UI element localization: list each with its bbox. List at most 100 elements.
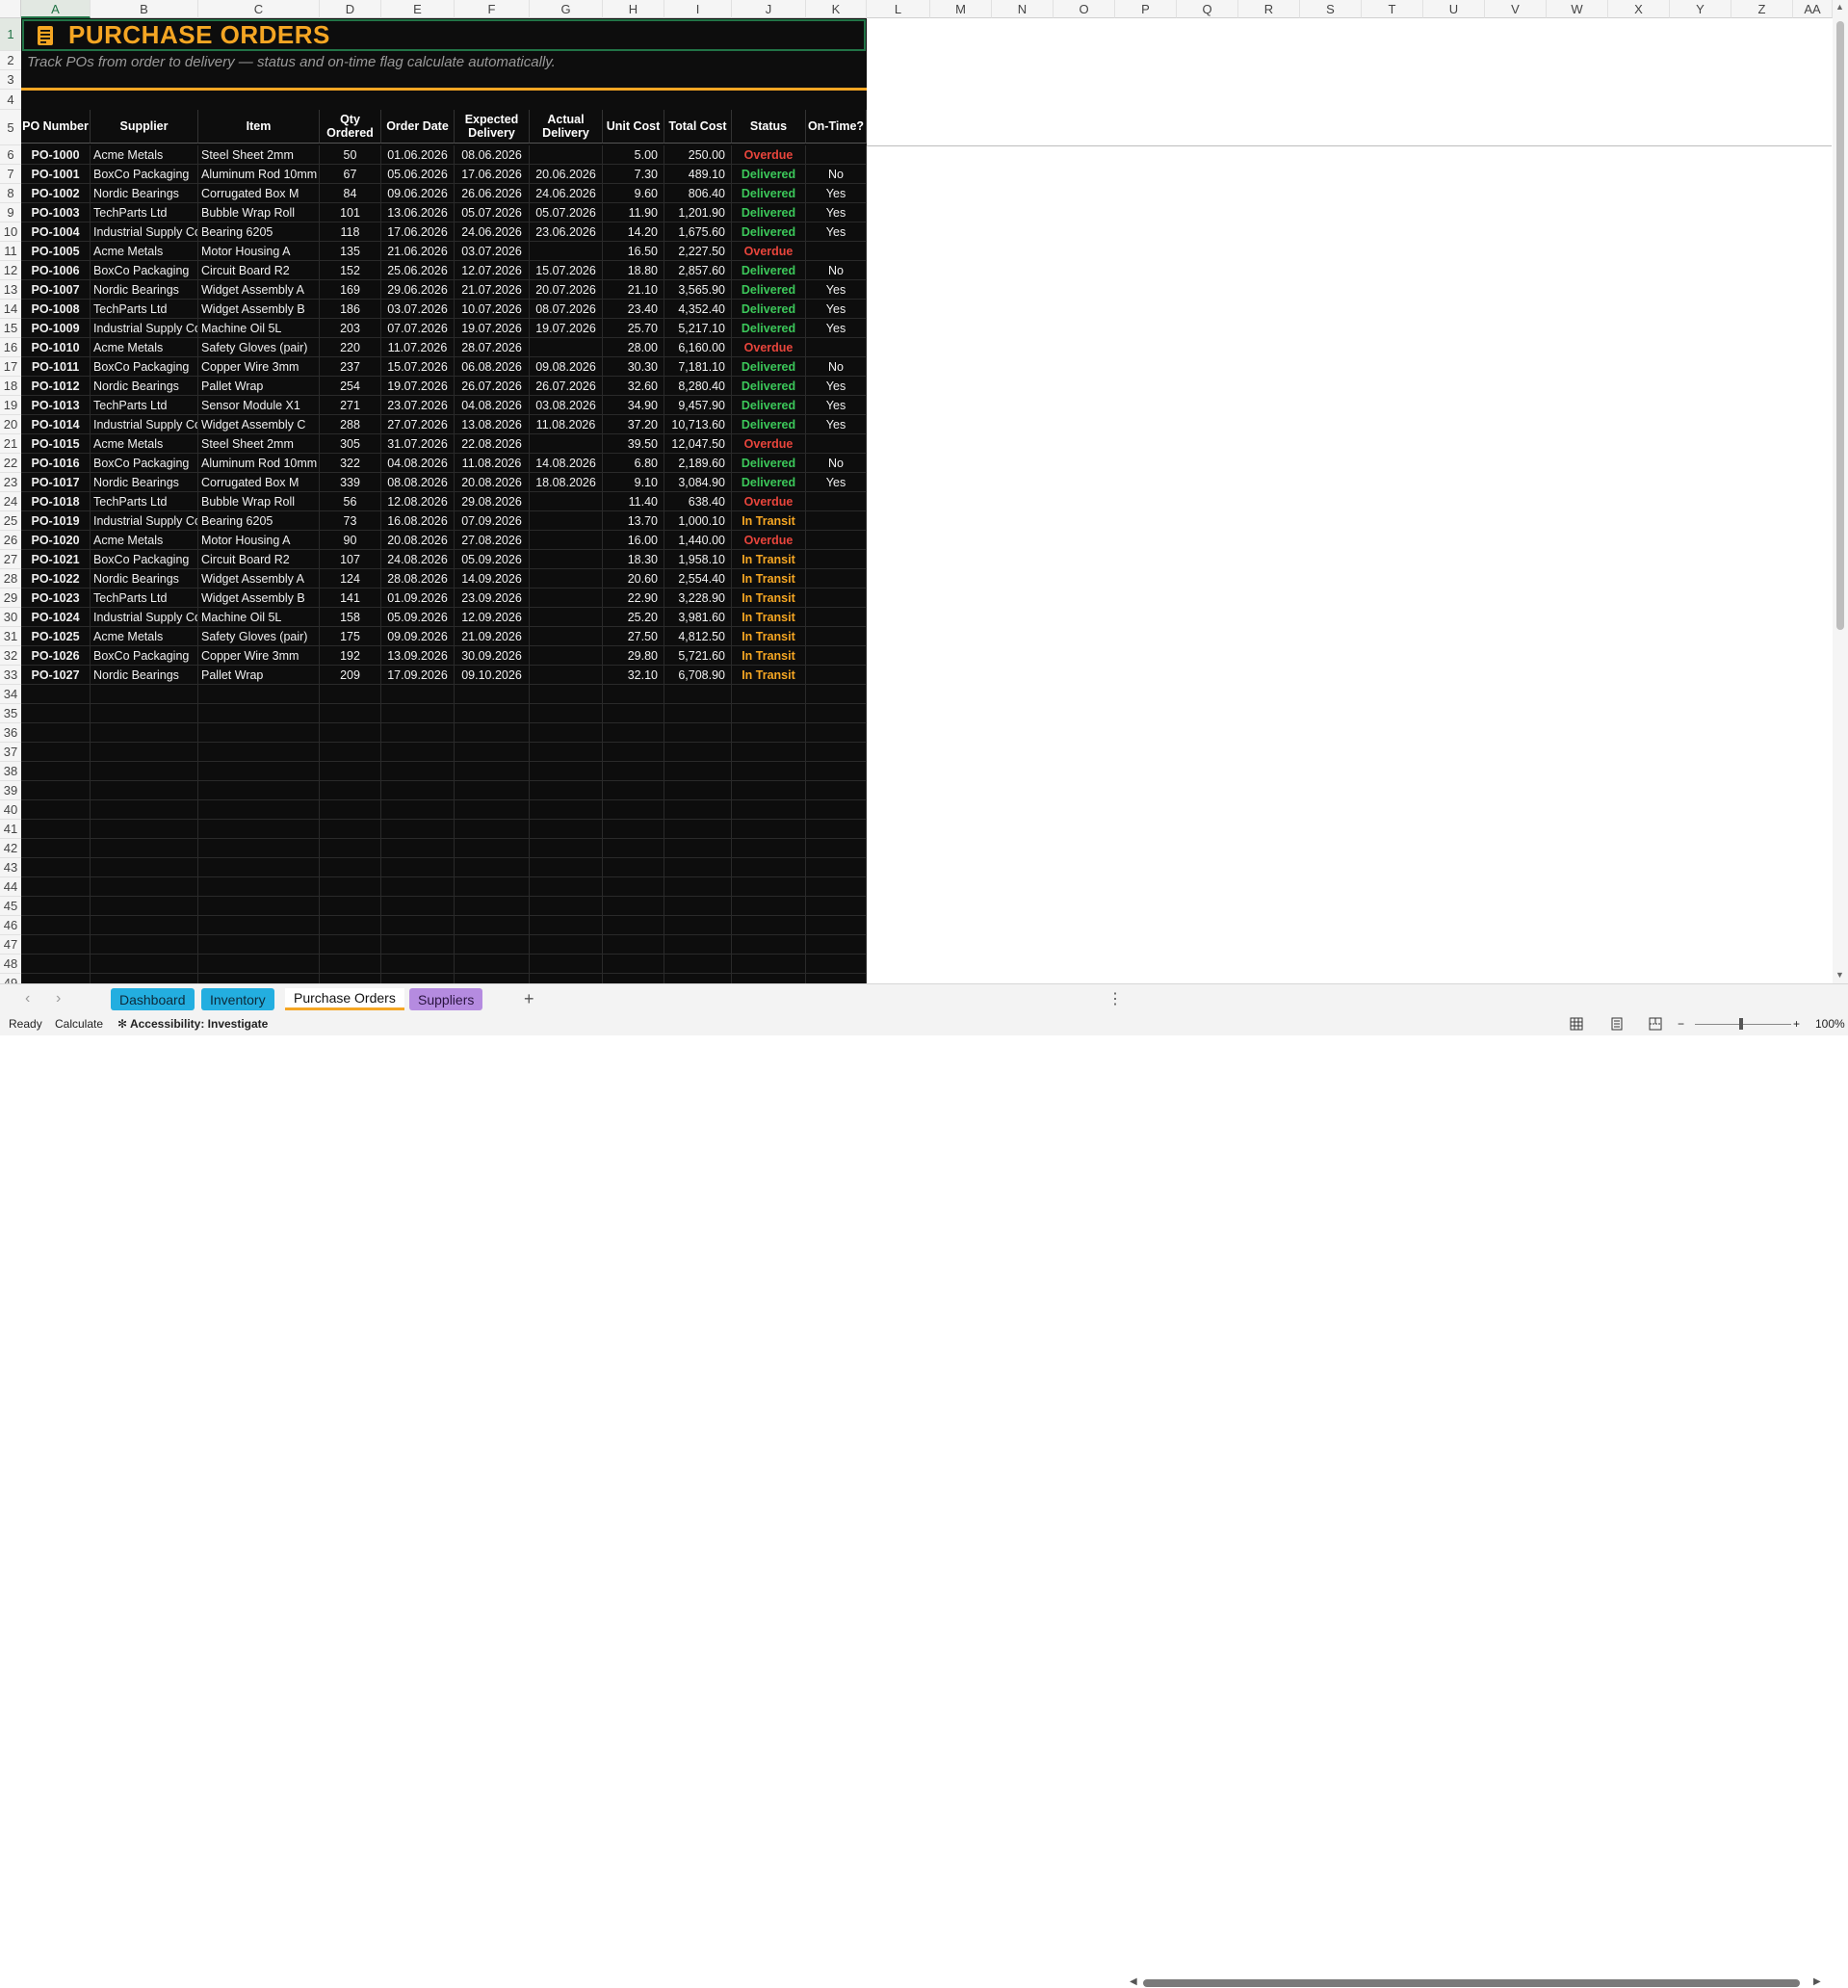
cell-unit-cost[interactable]: 27.50 (603, 627, 664, 646)
empty-cell[interactable] (455, 935, 530, 955)
normal-view-icon[interactable] (1570, 1017, 1583, 1031)
empty-cell[interactable] (455, 974, 530, 983)
cell-order-date[interactable]: 19.07.2026 (381, 377, 455, 396)
cell-unit-cost[interactable]: 25.70 (603, 319, 664, 338)
empty-cell[interactable] (320, 800, 381, 820)
column-header-y[interactable]: Y (1670, 0, 1731, 18)
row-header-19[interactable]: 19 (0, 396, 21, 415)
cell-item[interactable]: Bubble Wrap Roll (198, 492, 320, 511)
cell-supplier[interactable]: TechParts Ltd (91, 492, 198, 511)
empty-cell[interactable] (530, 935, 603, 955)
row-header-29[interactable]: 29 (0, 589, 21, 608)
cell-item[interactable]: Widget Assembly A (198, 569, 320, 589)
empty-cell[interactable] (198, 781, 320, 800)
empty-cell[interactable] (198, 839, 320, 858)
cell-actual-delivery[interactable]: 19.07.2026 (530, 319, 603, 338)
empty-cell[interactable] (603, 935, 664, 955)
row-header-25[interactable]: 25 (0, 511, 21, 531)
row-header-15[interactable]: 15 (0, 319, 21, 338)
cell-expected-delivery[interactable]: 30.09.2026 (455, 646, 530, 666)
cell-unit-cost[interactable]: 9.60 (603, 184, 664, 203)
empty-cell[interactable] (530, 839, 603, 858)
cell-qty-ordered[interactable]: 237 (320, 357, 381, 377)
cell-status[interactable]: Delivered (732, 377, 806, 396)
cell-actual-delivery[interactable]: 26.07.2026 (530, 377, 603, 396)
cell-supplier[interactable]: Acme Metals (91, 627, 198, 646)
cell-qty-ordered[interactable]: 203 (320, 319, 381, 338)
cell-order-date[interactable]: 04.08.2026 (381, 454, 455, 473)
empty-cell[interactable] (381, 974, 455, 983)
empty-cell[interactable] (381, 935, 455, 955)
cell-total-cost[interactable]: 10,713.60 (664, 415, 732, 434)
cell-qty-ordered[interactable]: 169 (320, 280, 381, 300)
vertical-scroll-thumb[interactable] (1836, 21, 1844, 630)
cell-po-number[interactable]: PO-1016 (21, 454, 91, 473)
row-header-30[interactable]: 30 (0, 608, 21, 627)
empty-cell[interactable] (664, 839, 732, 858)
cell-order-date[interactable]: 13.06.2026 (381, 203, 455, 222)
cell-on-time[interactable]: Yes (806, 415, 867, 434)
cell-supplier[interactable]: Nordic Bearings (91, 569, 198, 589)
cell-total-cost[interactable]: 1,201.90 (664, 203, 732, 222)
cell-po-number[interactable]: PO-1011 (21, 357, 91, 377)
empty-cell[interactable] (455, 685, 530, 704)
row-header-39[interactable]: 39 (0, 781, 21, 800)
cell-item[interactable]: Copper Wire 3mm (198, 646, 320, 666)
cell-supplier[interactable]: Acme Metals (91, 434, 198, 454)
cell-qty-ordered[interactable]: 220 (320, 338, 381, 357)
empty-cell[interactable] (198, 935, 320, 955)
cell-expected-delivery[interactable]: 07.09.2026 (455, 511, 530, 531)
cell-po-number[interactable]: PO-1019 (21, 511, 91, 531)
empty-cell[interactable] (664, 685, 732, 704)
empty-cell[interactable] (455, 762, 530, 781)
cell-on-time[interactable]: Yes (806, 280, 867, 300)
cell-actual-delivery[interactable]: 08.07.2026 (530, 300, 603, 319)
cell-actual-delivery[interactable] (530, 434, 603, 454)
cell-item[interactable]: Bubble Wrap Roll (198, 203, 320, 222)
cell-expected-delivery[interactable]: 12.07.2026 (455, 261, 530, 280)
cell-status[interactable]: In Transit (732, 511, 806, 531)
row-header-49[interactable]: 49 (0, 974, 21, 983)
tab-dashboard[interactable]: Dashboard (111, 988, 195, 1010)
column-header-f[interactable]: F (455, 0, 530, 18)
cell-expected-delivery[interactable]: 29.08.2026 (455, 492, 530, 511)
calculate-button[interactable]: Calculate (55, 1017, 103, 1031)
row-header-3[interactable]: 3 (0, 70, 21, 90)
empty-cell[interactable] (806, 916, 867, 935)
cell-qty-ordered[interactable]: 305 (320, 434, 381, 454)
cell-order-date[interactable]: 28.08.2026 (381, 569, 455, 589)
empty-cell[interactable] (732, 743, 806, 762)
cell-qty-ordered[interactable]: 158 (320, 608, 381, 627)
row-header-32[interactable]: 32 (0, 646, 21, 666)
cell-qty-ordered[interactable]: 288 (320, 415, 381, 434)
page-break-preview-icon[interactable] (1649, 1017, 1662, 1031)
cell-qty-ordered[interactable]: 90 (320, 531, 381, 550)
cell-item[interactable]: Aluminum Rod 10mm (198, 454, 320, 473)
row-header-45[interactable]: 45 (0, 897, 21, 916)
cell-total-cost[interactable]: 250.00 (664, 145, 732, 165)
column-header-c[interactable]: C (198, 0, 320, 18)
row-header-22[interactable]: 22 (0, 454, 21, 473)
empty-cell[interactable] (320, 839, 381, 858)
empty-cell[interactable] (603, 858, 664, 877)
cell-po-number[interactable]: PO-1007 (21, 280, 91, 300)
cell-actual-delivery[interactable] (530, 666, 603, 685)
empty-cell[interactable] (21, 800, 91, 820)
cell-po-number[interactable]: PO-1026 (21, 646, 91, 666)
cell-order-date[interactable]: 21.06.2026 (381, 242, 455, 261)
cell-item[interactable]: Machine Oil 5L (198, 319, 320, 338)
cell-supplier[interactable]: Acme Metals (91, 242, 198, 261)
cell-actual-delivery[interactable] (530, 531, 603, 550)
title-cell[interactable]: PURCHASE ORDERS (22, 19, 866, 51)
empty-cell[interactable] (320, 955, 381, 974)
cell-status[interactable]: Delivered (732, 222, 806, 242)
empty-cell[interactable] (91, 897, 198, 916)
empty-cell[interactable] (806, 762, 867, 781)
cell-supplier[interactable]: BoxCo Packaging (91, 165, 198, 184)
cell-total-cost[interactable]: 5,721.60 (664, 646, 732, 666)
cell-unit-cost[interactable]: 7.30 (603, 165, 664, 184)
cell-po-number[interactable]: PO-1027 (21, 666, 91, 685)
cell-expected-delivery[interactable]: 17.06.2026 (455, 165, 530, 184)
cell-total-cost[interactable]: 1,000.10 (664, 511, 732, 531)
cell-total-cost[interactable]: 3,084.90 (664, 473, 732, 492)
